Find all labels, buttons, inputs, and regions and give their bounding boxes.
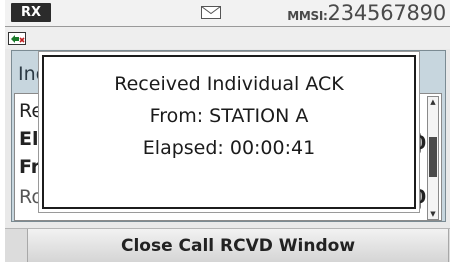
status-bar: RX MMSI:234567890 <box>5 0 450 27</box>
scroll-down-icon[interactable]: ▼ <box>428 209 438 219</box>
envelope-icon <box>201 6 221 19</box>
soft-key-bar: Close Call RCVD Window <box>5 228 450 262</box>
sub-status-bar <box>5 27 450 49</box>
scrollbar[interactable]: ▲ ▼ <box>427 96 439 220</box>
mmsi-display: MMSI:234567890 <box>287 1 446 25</box>
call-log-icon <box>8 32 26 45</box>
close-call-window-button[interactable]: Close Call RCVD Window <box>27 229 449 262</box>
mmsi-value: 234567890 <box>327 1 447 25</box>
mmsi-label: MMSI: <box>287 9 328 23</box>
scroll-thumb[interactable] <box>429 137 437 177</box>
ack-received-popup: Received Individual ACK From: STATION A … <box>42 55 416 209</box>
rx-indicator: RX <box>11 3 51 22</box>
popup-message: Received Individual ACK <box>114 73 344 95</box>
popup-from: From: STATION A <box>149 105 309 127</box>
popup-elapsed: Elapsed: 00:00:41 <box>142 137 316 159</box>
radio-screen: RX MMSI:234567890 Ind Rec Ela Fro Routin… <box>5 0 450 262</box>
scroll-up-icon[interactable]: ▲ <box>428 97 438 107</box>
